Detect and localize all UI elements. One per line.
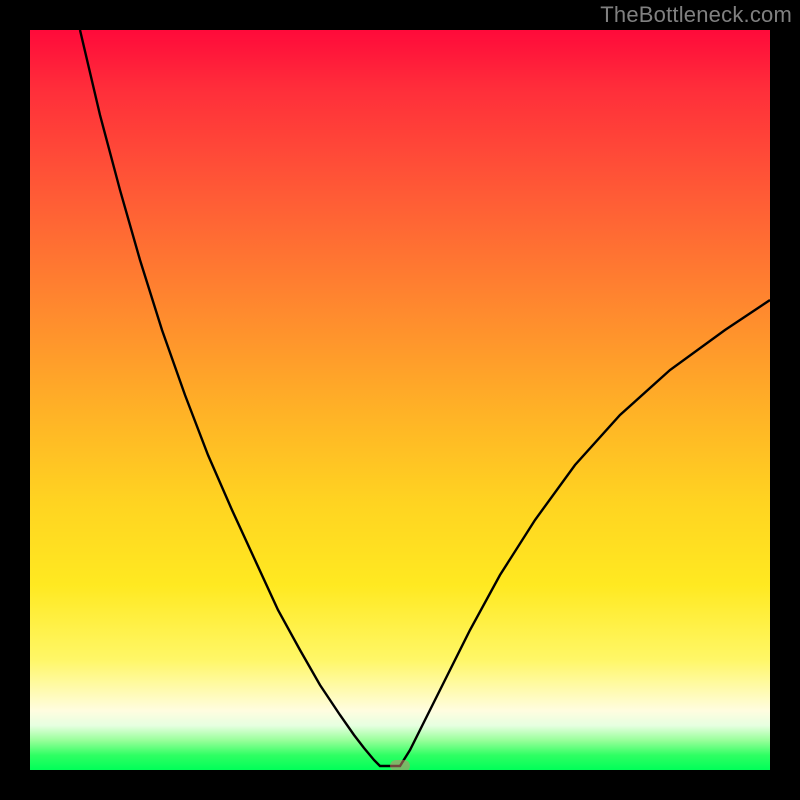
curve-path — [80, 30, 770, 766]
watermark-text: TheBottleneck.com — [600, 2, 792, 28]
plot-area — [30, 30, 770, 770]
bottleneck-curve — [30, 30, 770, 770]
optimal-point-marker — [390, 760, 410, 770]
chart-frame: TheBottleneck.com — [0, 0, 800, 800]
